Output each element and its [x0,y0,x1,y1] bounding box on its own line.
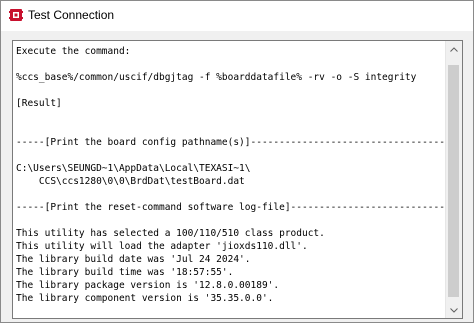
output-line: CCS\ccs1280\0\0\BrdDat\testBoard.dat [16,176,245,187]
output-line: The library component version is '35.35.… [16,293,274,304]
output-line: %ccs_base%/common/uscif/dbgjtag -f %boar… [16,72,417,83]
vertical-scrollbar[interactable] [445,41,462,318]
scroll-down-arrow-icon [450,307,458,313]
dialog-body: Execute the command: %ccs_base%/common/us… [1,31,473,322]
output-line: -----[Print the reset-command software l… [16,202,457,213]
output-line: Execute the command: [16,46,131,57]
test-connection-window: Test Connection Execute the command: %ccs… [0,0,474,323]
scroll-up-button[interactable] [446,41,462,57]
output-line: The library build time was '18:57:55'. [16,267,234,278]
scroll-up-arrow-icon [450,46,458,52]
output-line: C:\Users\SEUNGD~1\AppData\Local\TEXASI~1… [16,163,251,174]
output-line: The library package version is '12.8.0.0… [16,280,280,291]
output-line: This utility will load the adapter 'jiox… [16,241,308,252]
output-line: [Result] [16,98,62,109]
scroll-thumb[interactable] [448,65,459,297]
output-text-area[interactable]: Execute the command: %ccs_base%/common/us… [12,40,463,319]
output-log: Execute the command: %ccs_base%/common/us… [16,45,457,305]
output-line: This utility has selected a 100/110/510 … [16,228,325,239]
app-icon [9,9,23,21]
output-line: The library build date was 'Jul 24 2024'… [16,254,251,265]
window-title: Test Connection [28,8,115,22]
title-bar[interactable]: Test Connection [1,1,473,31]
output-line: -----[Print the board config pathname(s)… [16,137,457,148]
scroll-down-button[interactable] [446,302,462,318]
